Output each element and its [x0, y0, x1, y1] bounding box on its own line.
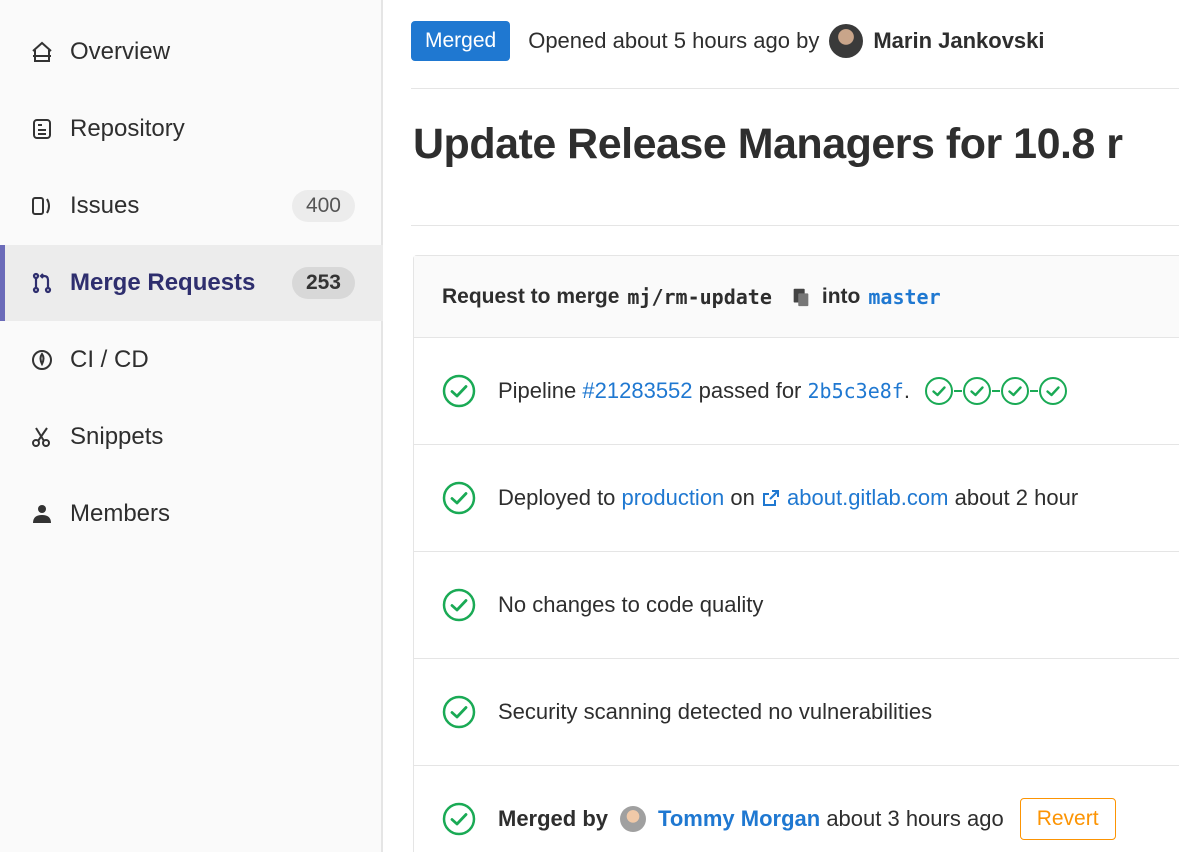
sidebar-item-label: Members	[70, 500, 171, 527]
rocket-icon	[28, 346, 56, 374]
code-quality-text: No changes to code quality	[498, 592, 764, 617]
merge-request-page: Merged Opened about 5 hours ago by Marin…	[411, 0, 1179, 852]
opened-text: Opened about 5 hours ago by	[528, 28, 820, 53]
merged-by-prefix: Merged by	[498, 806, 609, 831]
copy-icon[interactable]	[790, 286, 812, 308]
success-check-icon	[442, 374, 476, 408]
merge-request-widget: Request to merge mj/rm-update into maste…	[413, 255, 1179, 852]
document-icon	[28, 115, 56, 143]
target-branch-link[interactable]: master	[868, 285, 940, 309]
sidebar-item-repository[interactable]: Repository	[0, 91, 383, 167]
merger-link[interactable]: Tommy Morgan	[658, 806, 820, 832]
sidebar-item-members[interactable]: Members	[0, 476, 383, 552]
sidebar-item-label: Snippets	[70, 423, 164, 450]
success-check-icon	[442, 588, 476, 622]
pipeline-status-text: passed for	[698, 378, 802, 403]
sidebar-item-overview[interactable]: Overview	[0, 14, 383, 90]
merge-branch-info: Request to merge mj/rm-update into maste…	[414, 256, 1179, 338]
issues-count-badge: 400	[291, 190, 355, 222]
stage-passed-icon[interactable]	[1038, 376, 1068, 406]
pipeline-suffix: .	[903, 378, 910, 403]
scissors-icon	[28, 423, 56, 451]
issues-icon	[28, 192, 56, 220]
commit-sha-link[interactable]: 2b5c3e8f	[808, 379, 904, 403]
sidebar-item-issues[interactable]: Issues 400	[0, 168, 383, 244]
pipeline-stages	[924, 376, 1068, 406]
merged-by-row: Merged by Tommy Morgan about 3 hours ago…	[414, 766, 1179, 852]
sidebar-item-label: Merge Requests	[70, 269, 256, 296]
divider	[411, 225, 1179, 226]
security-text: Security scanning detected no vulnerabil…	[498, 699, 933, 724]
sidebar-item-label: CI / CD	[70, 346, 149, 373]
deploy-prefix: Deployed to	[498, 485, 616, 510]
page-title: Update Release Managers for 10.8 r	[413, 120, 1123, 168]
user-icon	[28, 500, 56, 528]
pipeline-prefix: Pipeline	[498, 378, 577, 403]
pipeline-row: Pipeline #21283552 passed for 2b5c3e8f.	[414, 338, 1179, 445]
divider	[411, 88, 1179, 89]
stage-passed-icon[interactable]	[962, 376, 992, 406]
deploy-on: on	[730, 485, 755, 510]
success-check-icon	[442, 695, 476, 729]
home-icon	[28, 38, 56, 66]
pipeline-id-link[interactable]: #21283552	[582, 378, 692, 404]
deploy-time: about 2 hour	[954, 485, 1079, 510]
success-check-icon	[442, 481, 476, 515]
deploy-url-link[interactable]: about.gitlab.com	[787, 485, 948, 511]
revert-button[interactable]: Revert	[1019, 798, 1116, 840]
success-check-icon	[442, 802, 476, 836]
environment-link[interactable]: production	[622, 485, 725, 511]
sidebar-item-label: Overview	[70, 38, 171, 65]
stage-passed-icon[interactable]	[924, 376, 954, 406]
sidebar-item-merge-requests[interactable]: Merge Requests 253	[0, 245, 383, 321]
author-link[interactable]: Marin Jankovski	[873, 28, 1044, 54]
into-label: into	[821, 284, 861, 308]
author-avatar[interactable]	[829, 24, 864, 58]
deployment-row: Deployed to production on about.gitlab.c…	[414, 445, 1179, 552]
source-branch: mj/rm-update	[627, 284, 772, 309]
merger-avatar[interactable]	[620, 806, 647, 832]
project-sidebar: Overview Repository Issues 400 Merge Req…	[0, 0, 383, 852]
merged-time: about 3 hours ago	[826, 806, 1004, 831]
external-link-icon	[763, 490, 780, 506]
mr-header: Merged Opened about 5 hours ago by Marin…	[411, 18, 1045, 64]
stage-passed-icon[interactable]	[1000, 376, 1030, 406]
code-quality-row: No changes to code quality	[414, 552, 1179, 659]
merge-prefix: Request to merge	[442, 284, 620, 308]
merge-request-icon	[28, 269, 56, 297]
sidebar-item-label: Issues	[70, 192, 140, 219]
sidebar-item-label: Repository	[70, 115, 185, 142]
security-row: Security scanning detected no vulnerabil…	[414, 659, 1179, 766]
sidebar-item-ci-cd[interactable]: CI / CD	[0, 322, 383, 398]
status-badge: Merged	[411, 21, 511, 61]
merge-requests-count-badge: 253	[291, 267, 355, 299]
sidebar-item-snippets[interactable]: Snippets	[0, 399, 383, 475]
